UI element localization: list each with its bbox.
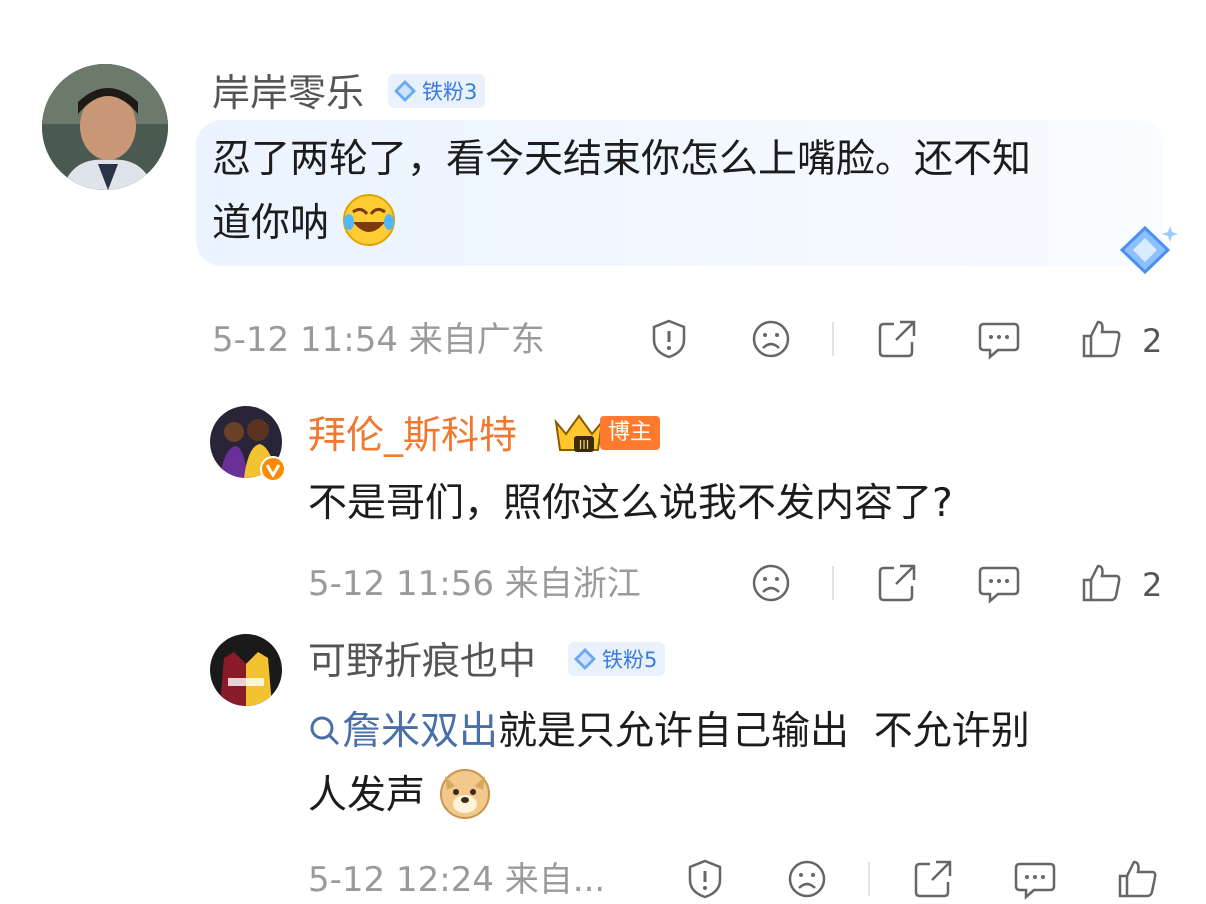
dislike-icon[interactable] [786,858,828,900]
diamond-icon [394,80,416,102]
comment-meta: 5-12 11:54 来自广东 [212,320,545,360]
divider [832,566,834,600]
comment-text: 不是哥们，照你这么说我不发内容了? [308,481,953,526]
avatar-photo [42,64,168,190]
badge-label: 铁粉3 [422,80,478,104]
comment-text-line2: 道你呐 [212,201,330,246]
diamond-decoration-icon [1112,222,1178,278]
like-icon[interactable] [1080,562,1122,604]
like-count: 2 [1142,322,1163,360]
username[interactable]: 可野折痕也中 [308,642,536,680]
like-icon[interactable] [1116,858,1158,900]
comment-meta: 5-12 12:24 来自... [308,860,606,900]
like-count: 2 [1142,566,1163,604]
doge-emoji-icon [437,764,493,820]
dislike-icon[interactable] [750,318,792,360]
username[interactable]: 岸岸零乐 [212,74,364,112]
badge-label: 铁粉5 [602,648,658,672]
like-icon[interactable] [1080,318,1122,360]
comment-icon[interactable] [978,318,1020,360]
fan-badge: 铁粉5 [568,642,666,676]
laugh-cry-emoji-icon [341,192,397,248]
comment-text: 忍了两轮了，看今天结束你怎么上嘴脸。还不知 道你呐 [212,128,1172,256]
comment-text-line1: 就是只允许自己输出 不允许别 [498,709,1030,754]
divider [832,322,834,356]
topic-link-label: 詹米双出 [342,709,499,754]
comment-meta: 5-12 11:56 来自浙江 [308,564,641,604]
blogger-badge: 博主 [600,416,661,450]
share-icon[interactable] [912,858,954,900]
report-icon[interactable] [684,858,726,900]
svg-text:III: III [579,438,590,452]
topic-link[interactable]: 詹米双出 [308,709,498,754]
avatar[interactable] [210,634,282,706]
dislike-icon[interactable] [750,562,792,604]
comment-text: 詹米双出就是只允许自己输出 不允许别 人发声 [308,700,1168,828]
report-icon[interactable] [648,318,690,360]
comment-icon[interactable] [978,562,1020,604]
comment-text-line1: 忍了两轮了，看今天结束你怎么上嘴脸。还不知 [212,137,1032,182]
avatar-photo [210,634,282,706]
fan-badge: 铁粉3 [388,74,486,108]
share-icon[interactable] [876,318,918,360]
share-icon[interactable] [876,562,918,604]
username[interactable]: 拜伦_斯科特 [308,416,517,454]
comment-text-line2: 人发声 [308,773,426,818]
comment-icon[interactable] [1014,858,1056,900]
crown-icon: III [552,410,606,454]
verified-icon [260,456,286,482]
avatar[interactable] [42,64,168,190]
diamond-icon [574,648,596,670]
divider [868,862,870,896]
search-icon [310,716,340,746]
